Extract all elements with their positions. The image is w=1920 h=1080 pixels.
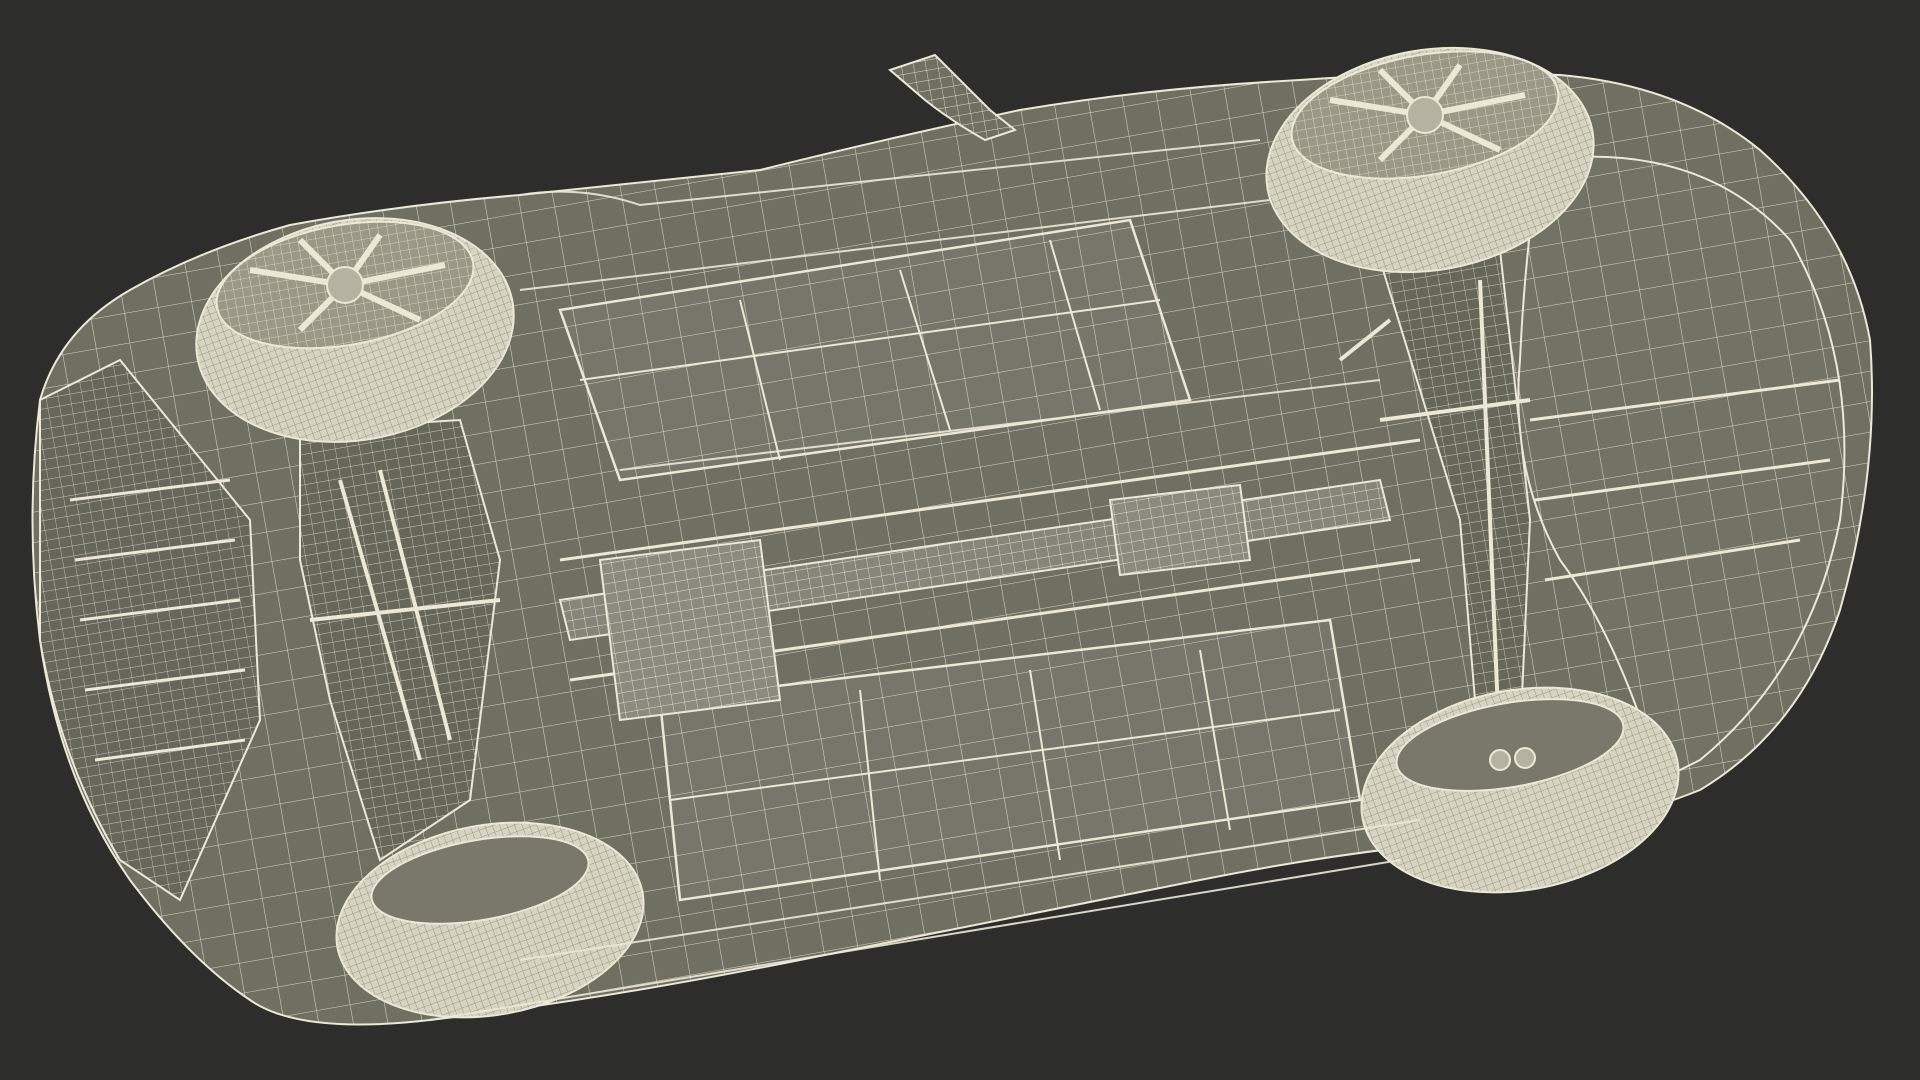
render-viewport xyxy=(0,0,1920,1080)
car-render xyxy=(31,46,1873,1026)
